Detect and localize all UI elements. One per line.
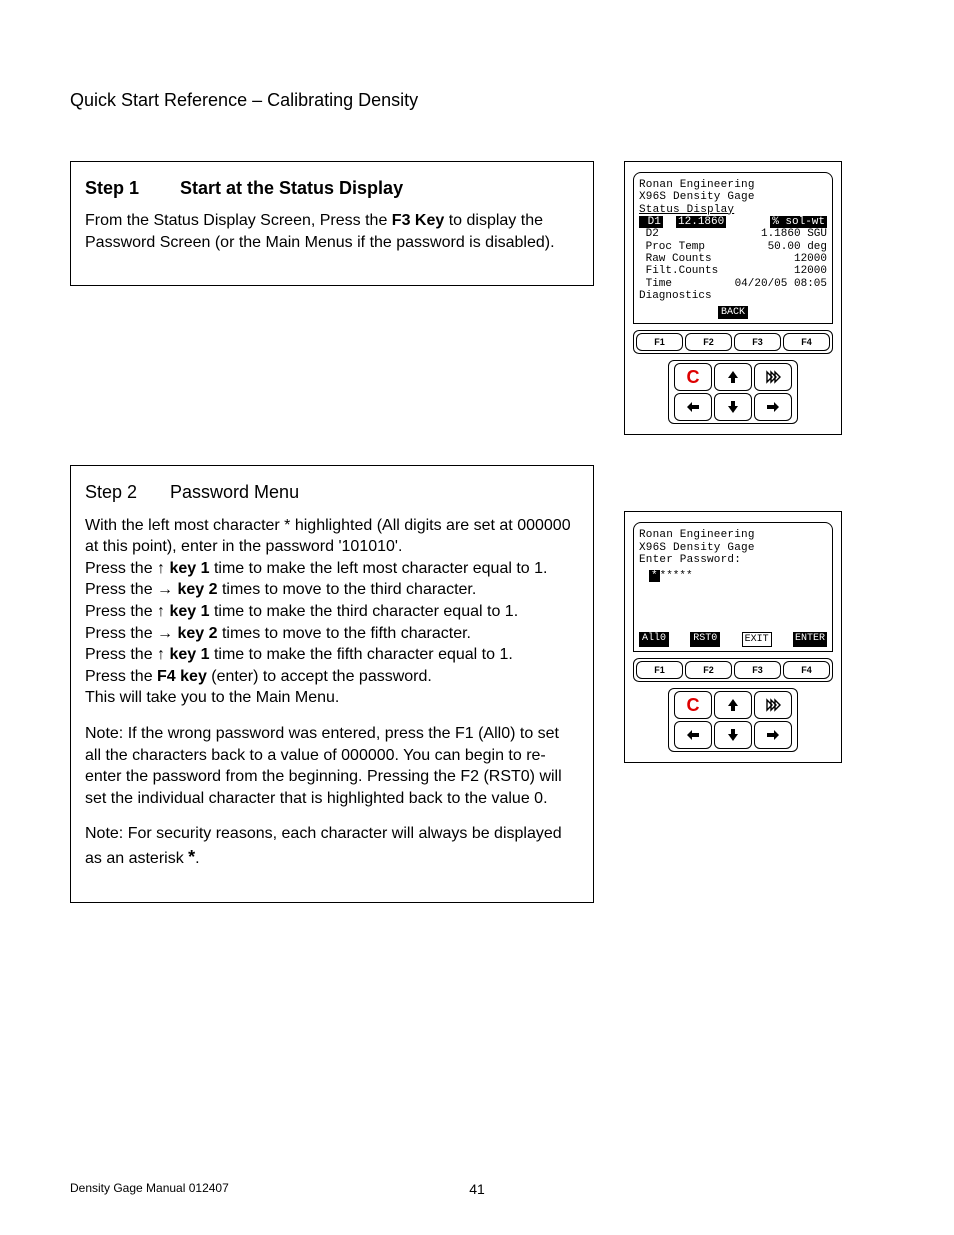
cancel-button[interactable]: C: [674, 363, 712, 391]
step1-key: F3 Key: [392, 212, 444, 229]
f4-button[interactable]: F4: [783, 333, 830, 351]
left-arrow-button[interactable]: [674, 721, 712, 749]
step1-heading: Start at the Status Display: [180, 178, 403, 198]
f-key-row: F1 F2 F3 F4: [633, 658, 833, 682]
step2-label: Step 2: [85, 480, 165, 504]
rc-val: 12000: [794, 253, 827, 265]
d2-val: 1.1860: [761, 228, 801, 240]
page-number: 41: [70, 1181, 884, 1197]
step2-f4-post: (enter) to accept the password.: [207, 668, 432, 685]
pt-label: Proc Temp: [639, 241, 705, 253]
pw-line: Press the ↑ key 1 time to make the fifth…: [85, 644, 579, 666]
step2-f4-pre: Press the: [85, 668, 157, 685]
pt-unit: deg: [807, 241, 827, 253]
nav-pad: C: [668, 688, 798, 752]
nav-pad: C: [668, 360, 798, 424]
fast-forward-button[interactable]: [754, 691, 792, 719]
step1-label: Step 1: [85, 176, 175, 200]
up-arrow-button[interactable]: [714, 363, 752, 391]
step2-f4-key: F4 key: [157, 668, 207, 685]
softkey-exit[interactable]: EXIT: [742, 632, 772, 647]
cursor-char: *: [649, 570, 660, 582]
step1-body-pre: From the Status Display Screen, Press th…: [85, 212, 392, 229]
device2-l1: Ronan Engineering: [639, 529, 827, 541]
device-password: Ronan Engineering X96S Density Gage Ente…: [624, 511, 842, 763]
softkey-enter[interactable]: ENTER: [793, 632, 827, 647]
d1-label: D1: [639, 216, 663, 228]
softkey-rst0[interactable]: RST0: [690, 632, 720, 647]
pw-line: Press the → key 2 times to move to the t…: [85, 579, 579, 601]
step2-tail: This will take you to the Main Menu.: [85, 687, 579, 709]
right-arrow-button[interactable]: [754, 393, 792, 421]
fc-label: Filt.Counts: [639, 265, 718, 277]
step2-note2-pre: Note: For security reasons, each charact…: [85, 825, 562, 867]
tm-val: 04/20/05 08:05: [735, 278, 827, 290]
back-softkey[interactable]: BACK: [718, 306, 748, 319]
rc-label: Raw Counts: [639, 253, 712, 265]
up-arrow-button[interactable]: [714, 691, 752, 719]
pt-val: 50.00: [768, 241, 801, 253]
d2-unit: SGU: [807, 228, 827, 240]
left-arrow-button[interactable]: [674, 393, 712, 421]
device1-l3: Status Display: [639, 204, 827, 216]
device1-l2: X96S Density Gage: [639, 191, 827, 203]
step1-box: Step 1 Start at the Status Display From …: [70, 161, 594, 286]
stars: *****: [660, 570, 693, 582]
device2-l3: Enter Password:: [639, 554, 827, 566]
step2-note1: Note: If the wrong password was entered,…: [85, 723, 579, 809]
f1-button[interactable]: F1: [636, 661, 683, 679]
pw-line: Press the → key 2 times to move to the f…: [85, 623, 579, 645]
right-arrow-button[interactable]: [754, 721, 792, 749]
f-key-row: F1 F2 F3 F4: [633, 330, 833, 354]
d1-val: 12.1860: [676, 216, 726, 228]
f3-button[interactable]: F3: [734, 661, 781, 679]
f4-button[interactable]: F4: [783, 661, 830, 679]
f3-button[interactable]: F3: [734, 333, 781, 351]
fc-val: 12000: [794, 265, 827, 277]
step2-note2-post: .: [195, 850, 199, 867]
softkey-all0[interactable]: All0: [639, 632, 669, 647]
cancel-button[interactable]: C: [674, 691, 712, 719]
page-title: Quick Start Reference – Calibrating Dens…: [70, 90, 884, 111]
pw-line: Press the ↑ key 1 time to make the left …: [85, 558, 579, 580]
down-arrow-button[interactable]: [714, 393, 752, 421]
pw-line: Press the ↑ key 1 time to make the third…: [85, 601, 579, 623]
device-status-display: Ronan Engineering X96S Density Gage Stat…: [624, 161, 842, 435]
down-arrow-button[interactable]: [714, 721, 752, 749]
d2-label: D2: [639, 228, 659, 240]
tm-label: Time: [639, 278, 672, 290]
device1-screen: Ronan Engineering X96S Density Gage Stat…: [633, 172, 833, 324]
device2-l2: X96S Density Gage: [639, 542, 827, 554]
device2-screen: Ronan Engineering X96S Density Gage Ente…: [633, 522, 833, 652]
step2-box: Step 2 Password Menu With the left most …: [70, 465, 594, 902]
fast-forward-button[interactable]: [754, 363, 792, 391]
d1-unit: % sol-wt: [770, 216, 827, 228]
f2-button[interactable]: F2: [685, 661, 732, 679]
step2-intro: With the left most character * highlight…: [85, 515, 579, 558]
step2-heading: Password Menu: [170, 482, 299, 502]
device1-l1: Ronan Engineering: [639, 179, 827, 191]
diag-label: Diagnostics: [639, 290, 827, 302]
f2-button[interactable]: F2: [685, 333, 732, 351]
f1-button[interactable]: F1: [636, 333, 683, 351]
